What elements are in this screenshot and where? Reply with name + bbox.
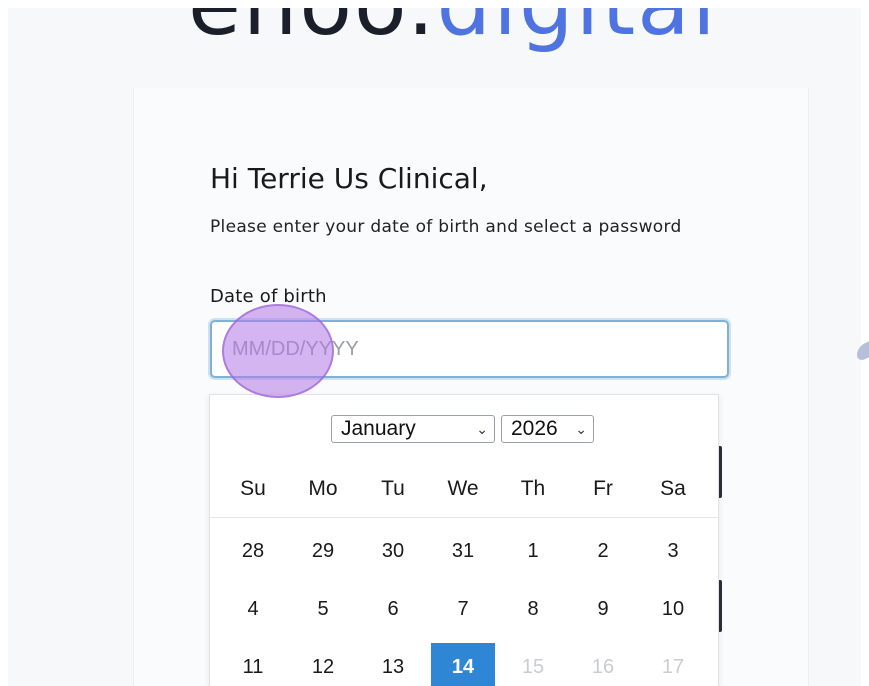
calendar-day[interactable]: 30 (361, 527, 425, 575)
weekday-header: Mo (308, 477, 338, 500)
calendar-day[interactable]: 1 (501, 527, 565, 575)
chevron-down-icon: ⌄ (575, 421, 587, 437)
year-select-value: 2026 (511, 417, 558, 440)
calendar-day-selected[interactable]: 14 (431, 643, 495, 686)
weekday-header: Fr (593, 477, 613, 500)
dob-input[interactable] (210, 320, 729, 378)
calendar-day[interactable]: 12 (291, 643, 355, 686)
weekday-header: Sa (660, 477, 686, 500)
calendar-day[interactable]: 5 (291, 585, 355, 633)
date-picker-popup: January ⌄ 2026 ⌄ Su Mo Tu We Th Fr Sa 28… (209, 394, 719, 686)
calendar-day[interactable]: 7 (431, 585, 495, 633)
calendar-day[interactable]: 2 (571, 527, 635, 575)
weekday-header: We (447, 477, 479, 500)
greeting-heading: Hi Terrie Us Clinical, (210, 162, 488, 195)
calendar-day-disabled: 15 (521, 656, 545, 678)
month-select[interactable]: January ⌄ (331, 415, 495, 443)
calendar-day-disabled: 17 (661, 656, 685, 678)
calendar-day[interactable]: 3 (641, 527, 705, 575)
top-edge (0, 0, 869, 8)
chevron-down-icon: ⌄ (476, 421, 488, 437)
screen: enoo.digital Hi Terrie Us Clinical, Plea… (0, 0, 869, 686)
calendar-day[interactable]: 6 (361, 585, 425, 633)
calendar-day[interactable]: 10 (641, 585, 705, 633)
calendar-day[interactable]: 8 (501, 585, 565, 633)
logo-text-accent: digital (436, 0, 718, 55)
calendar-day[interactable]: 28 (221, 527, 285, 575)
date-picker-header: January ⌄ 2026 ⌄ Su Mo Tu We Th Fr Sa (210, 395, 718, 518)
calendar-day[interactable]: 31 (431, 527, 495, 575)
dob-label: Date of birth (210, 286, 327, 307)
month-select-value: January (341, 417, 416, 440)
year-select[interactable]: 2026 ⌄ (501, 415, 594, 443)
calendar-day[interactable]: 29 (291, 527, 355, 575)
weekday-header: Th (520, 477, 546, 500)
instructions-text: Please enter your date of birth and sele… (210, 217, 682, 237)
calendar-day[interactable]: 9 (571, 585, 635, 633)
calendar-day[interactable]: 13 (361, 643, 425, 686)
calendar-day-disabled: 16 (591, 656, 615, 678)
calendar-day[interactable]: 4 (221, 585, 285, 633)
logo-text-dark: enoo. (188, 0, 437, 55)
calendar-day[interactable]: 11 (221, 643, 285, 686)
weekday-header: Su (240, 477, 266, 500)
weekday-header: Tu (381, 477, 405, 500)
